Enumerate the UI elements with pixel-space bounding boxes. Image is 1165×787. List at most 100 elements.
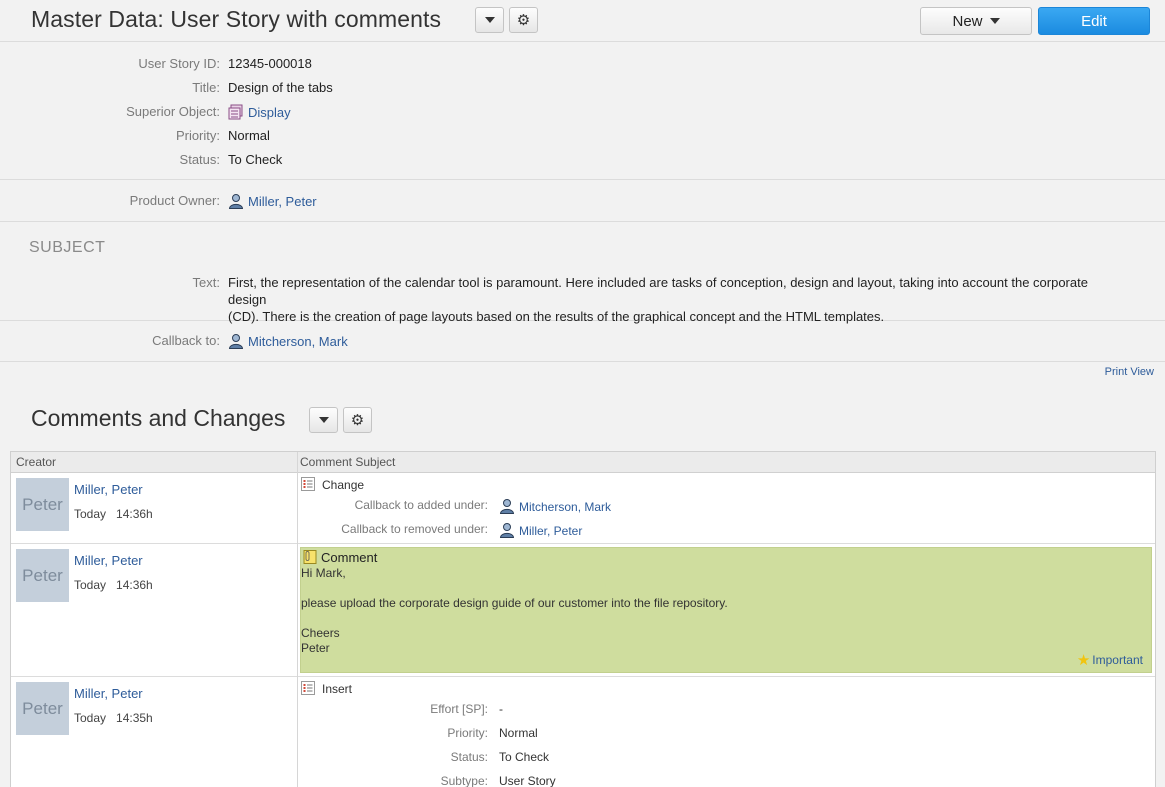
subject-section: SUBJECT Text: First, the representation … xyxy=(0,222,1165,324)
comments-heading: Comments and Changes xyxy=(31,405,286,431)
edit-button-label: Edit xyxy=(1081,12,1107,30)
chevron-down-icon xyxy=(989,18,1000,24)
superior-object-label: Display xyxy=(248,105,291,120)
sticky-note-icon xyxy=(303,550,317,564)
column-header-creator[interactable]: Creator xyxy=(16,455,56,469)
field-label: Priority: xyxy=(175,128,220,143)
chevron-down-icon xyxy=(484,17,495,23)
title-settings-button[interactable]: ⚙ xyxy=(509,7,538,33)
field-label: Superior Object: xyxy=(126,104,220,119)
detail-label: Subtype: xyxy=(440,774,488,787)
print-view-link[interactable]: Print View xyxy=(1105,366,1154,378)
comment-line: please upload the corporate design guide… xyxy=(301,596,728,610)
detail-label: Priority: xyxy=(447,726,488,740)
person-icon xyxy=(228,194,244,209)
callback-section: Callback to: Mitcherson, Mark xyxy=(0,321,1165,362)
detail-value-link[interactable]: Miller, Peter xyxy=(499,522,582,538)
creator-link[interactable]: Miller, Peter xyxy=(74,553,143,568)
subject-text: First, the representation of the calenda… xyxy=(228,274,1128,325)
creator-link[interactable]: Miller, Peter xyxy=(74,482,143,497)
field-value: Design of the tabs xyxy=(228,80,333,95)
detail-value: To Check xyxy=(499,750,550,764)
superior-object-link[interactable]: Display xyxy=(228,104,291,120)
callback-link[interactable]: Mitcherson, Mark xyxy=(228,333,348,349)
entry-type-label: Insert xyxy=(322,682,353,696)
new-button[interactable]: New xyxy=(920,7,1032,35)
comments-table: Creator Comment Subject Peter Miller, Pe… xyxy=(10,451,1156,787)
edit-button[interactable]: Edit xyxy=(1038,7,1150,35)
comment-type-label: Comment xyxy=(321,550,378,565)
timestamp-day: Today xyxy=(74,578,107,592)
object-stack-icon xyxy=(228,104,243,120)
field-priority: Priority: Normal xyxy=(0,128,1165,148)
owner-section: Product Owner: Miller, Peter xyxy=(0,180,1165,222)
detail-label: Callback to removed under: xyxy=(341,522,488,536)
field-value: To Check xyxy=(228,152,283,167)
timestamp-time: 14:36h xyxy=(116,507,153,521)
field-superior-object: Superior Object: Display xyxy=(0,104,1165,124)
comment-line: Cheers xyxy=(301,626,340,640)
field-product-owner: Product Owner: Miller, Peter xyxy=(0,193,1165,213)
comment-body: Hi Mark, please upload the corporate des… xyxy=(301,566,728,656)
comments-settings-button[interactable]: ⚙ xyxy=(343,407,372,433)
gear-icon: ⚙ xyxy=(516,10,531,29)
comment-note[interactable]: Comment Hi Mark, please upload the corpo… xyxy=(300,547,1152,673)
avatar: Peter xyxy=(16,682,69,735)
detail-label: Effort [SP]: xyxy=(430,702,488,716)
callback-name: Mitcherson, Mark xyxy=(248,334,348,349)
field-label: Status: xyxy=(179,152,220,167)
timestamp: Today 14:36h xyxy=(74,578,153,592)
product-owner-link[interactable]: Miller, Peter xyxy=(228,193,317,209)
detail-value-link[interactable]: Mitcherson, Mark xyxy=(499,498,611,514)
field-label: User Story ID: xyxy=(138,56,220,71)
gear-icon: ⚙ xyxy=(350,410,365,429)
table-row: Peter Miller, Peter Today 14:36h Comment … xyxy=(11,544,1155,677)
table-header: Creator Comment Subject xyxy=(11,452,1155,473)
page-header: Master Data: User Story with comments ⚙ … xyxy=(0,0,1165,42)
field-status: Status: To Check xyxy=(0,152,1165,172)
detail-value: Miller, Peter xyxy=(519,524,583,538)
timestamp: Today 14:35h xyxy=(74,711,153,725)
new-button-label: New xyxy=(952,12,983,30)
entry-type: Change xyxy=(301,477,364,492)
entry-type-label: Change xyxy=(322,478,365,492)
timestamp: Today 14:36h xyxy=(74,507,153,521)
important-label: Important xyxy=(1092,653,1143,667)
detail-value: User Story xyxy=(499,774,556,787)
comments-menu-button[interactable] xyxy=(309,407,338,433)
chevron-down-icon xyxy=(318,417,329,423)
comment-header: Comment xyxy=(303,550,377,565)
page-title: Master Data: User Story with comments xyxy=(31,6,442,32)
avatar: Peter xyxy=(16,478,69,531)
creator-link[interactable]: Miller, Peter xyxy=(74,686,143,701)
details-section: User Story ID: 12345-000018 Title: Desig… xyxy=(0,42,1165,180)
subject-heading: SUBJECT xyxy=(29,239,106,256)
title-menu-button[interactable] xyxy=(475,7,504,33)
field-title: Title: Design of the tabs xyxy=(0,80,1165,100)
table-row: Peter Miller, Peter Today 14:36h Change C… xyxy=(11,473,1155,544)
star-icon: ★ xyxy=(1076,651,1091,669)
person-icon xyxy=(499,499,515,514)
person-icon xyxy=(499,523,515,538)
comment-line: Hi Mark, xyxy=(301,566,346,580)
product-owner-name: Miller, Peter xyxy=(248,194,317,209)
table-row: Peter Miller, Peter Today 14:35h Insert E… xyxy=(11,677,1155,787)
field-label: Title: xyxy=(192,80,220,95)
detail-value: Normal xyxy=(499,726,538,740)
field-label: Product Owner: xyxy=(129,193,220,208)
entry-type: Insert xyxy=(301,681,352,696)
field-label: Callback to: xyxy=(152,333,220,348)
subject-text-line: First, the representation of the calenda… xyxy=(228,275,1088,307)
column-divider xyxy=(297,452,298,787)
field-value: 12345-000018 xyxy=(228,56,312,71)
detail-value: Mitcherson, Mark xyxy=(519,500,612,514)
checklist-icon xyxy=(301,477,315,491)
important-flag[interactable]: ★ Important xyxy=(1077,651,1143,669)
avatar: Peter xyxy=(16,549,69,602)
field-user-story-id: User Story ID: 12345-000018 xyxy=(0,56,1165,76)
detail-value: - xyxy=(499,702,503,716)
column-header-subject[interactable]: Comment Subject xyxy=(300,455,395,469)
detail-label: Status: xyxy=(450,750,488,764)
timestamp-day: Today xyxy=(74,711,107,725)
timestamp-time: 14:36h xyxy=(116,578,153,592)
